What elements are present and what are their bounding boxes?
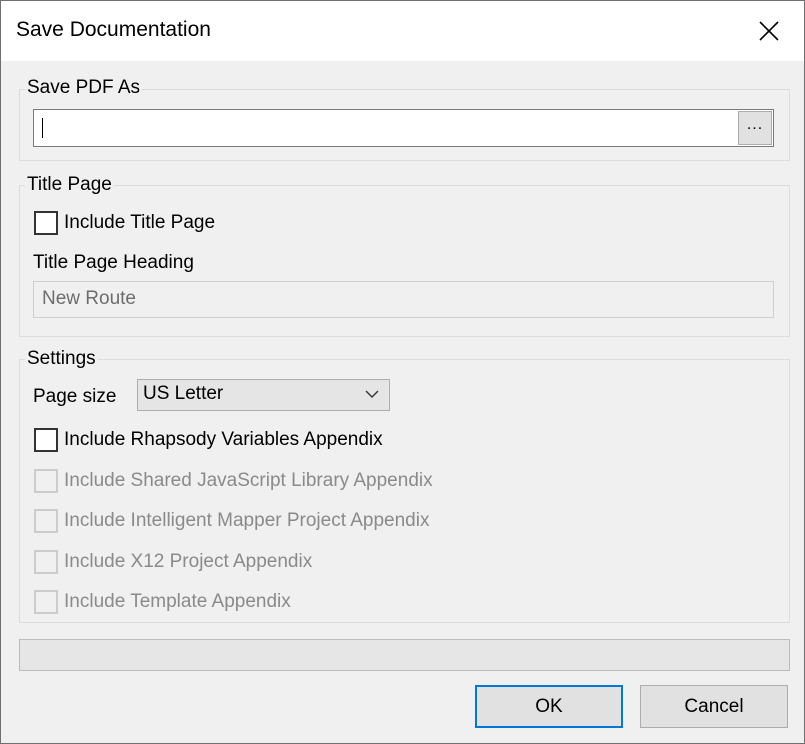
include-x12-project-label: Include X12 Project Appendix <box>64 551 313 572</box>
title-bar: Save Documentation <box>1 1 804 61</box>
close-icon <box>759 21 779 41</box>
include-rhapsody-variables-label: Include Rhapsody Variables Appendix <box>64 429 383 450</box>
page-size-label: Page size <box>33 386 117 407</box>
save-pdf-group-label: Save PDF As <box>25 77 142 99</box>
include-title-page-checkbox[interactable] <box>34 211 58 235</box>
include-template-checkbox[interactable] <box>34 590 58 614</box>
title-page-heading-input[interactable]: New Route <box>33 281 774 318</box>
title-page-heading-label: Title Page Heading <box>33 252 194 273</box>
text-caret <box>42 118 43 138</box>
include-intelligent-mapper-checkbox[interactable] <box>34 509 58 533</box>
dialog-title: Save Documentation <box>16 18 211 41</box>
include-shared-js-library-checkbox[interactable] <box>34 469 58 493</box>
title-page-group-label: Title Page <box>25 174 114 196</box>
browse-button[interactable]: ... <box>738 111 772 145</box>
page-size-select[interactable]: US Letter <box>137 379 390 411</box>
settings-group-label: Settings <box>25 348 98 370</box>
ok-button[interactable]: OK <box>475 685 623 728</box>
include-x12-project-checkbox[interactable] <box>34 550 58 574</box>
progress-bar <box>19 639 790 671</box>
include-rhapsody-variables-checkbox[interactable] <box>34 428 58 452</box>
page-size-value: US Letter <box>143 383 224 404</box>
chevron-down-icon <box>365 390 379 398</box>
include-title-page-label: Include Title Page <box>64 212 216 233</box>
include-intelligent-mapper-label: Include Intelligent Mapper Project Appen… <box>64 510 430 531</box>
include-shared-js-library-label: Include Shared JavaScript Library Append… <box>64 470 433 491</box>
save-documentation-dialog: Save Documentation Save PDF As ... Title… <box>0 0 805 744</box>
cancel-button[interactable]: Cancel <box>640 685 788 728</box>
pdf-path-input[interactable]: ... <box>33 109 774 147</box>
close-button[interactable] <box>734 1 804 61</box>
include-template-label: Include Template Appendix <box>64 591 291 612</box>
